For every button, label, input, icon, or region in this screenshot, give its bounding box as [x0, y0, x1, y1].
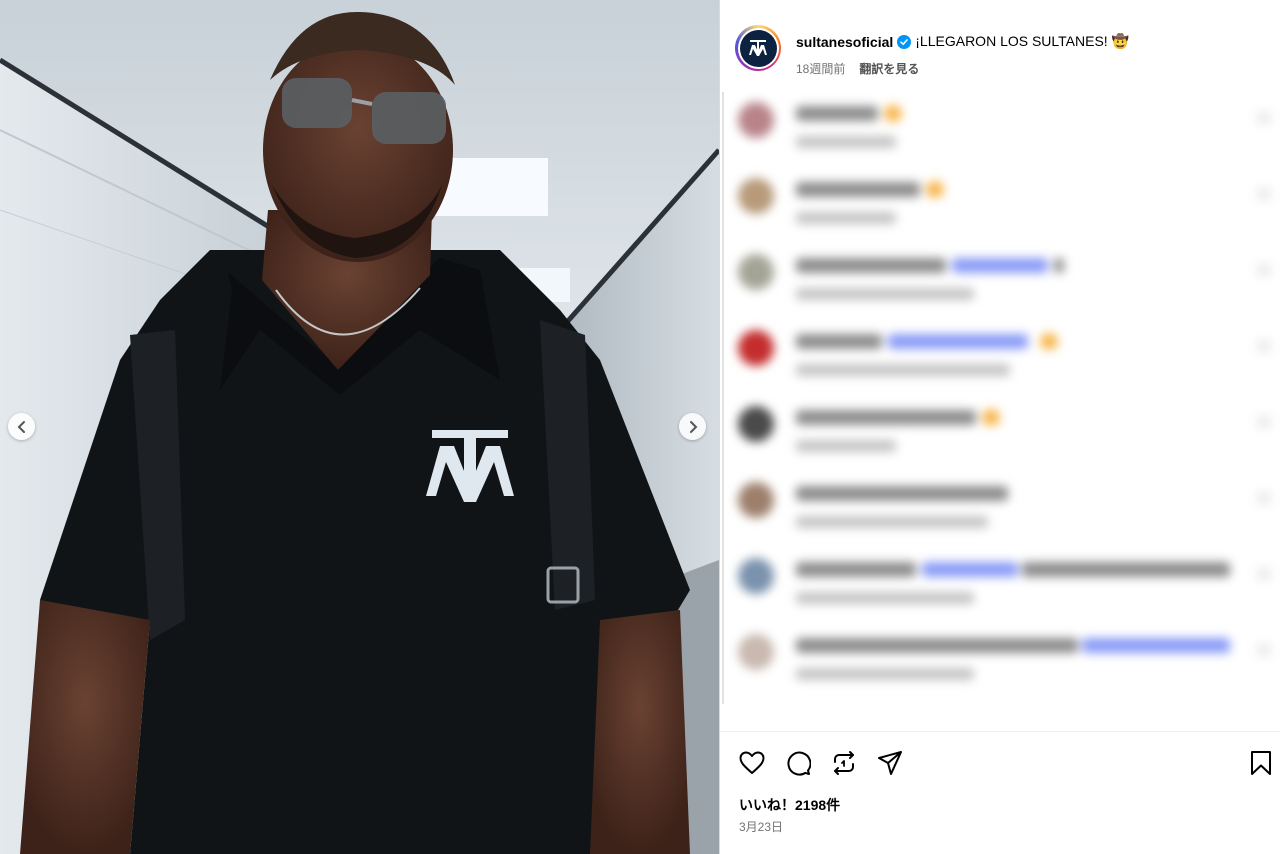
share-icon [878, 751, 902, 775]
likes-count[interactable]: いいね！2198件 [739, 795, 840, 815]
commenter-avatar[interactable] [738, 254, 774, 290]
comment-item[interactable] [720, 320, 1280, 396]
comment-like-icon[interactable] [1258, 340, 1270, 352]
chevron-left-icon [17, 420, 25, 433]
comment-item[interactable] [720, 168, 1280, 244]
repost-icon [834, 751, 854, 775]
heart-icon [739, 751, 765, 774]
comment-like-icon[interactable] [1258, 264, 1270, 276]
commenter-avatar[interactable] [738, 330, 774, 366]
chevron-right-icon [689, 420, 697, 433]
comment-item[interactable] [720, 472, 1280, 548]
comment-item[interactable] [720, 396, 1280, 472]
comment-like-icon[interactable] [1258, 644, 1270, 656]
comment-button[interactable] [783, 748, 813, 778]
translate-link[interactable]: 翻訳を見る [859, 60, 919, 77]
post-meta: 18週間前 翻訳を見る [796, 60, 919, 77]
comment-like-icon[interactable] [1258, 188, 1270, 200]
comment-like-icon[interactable] [1258, 112, 1270, 124]
comment-item[interactable] [720, 624, 1280, 700]
save-button[interactable] [1246, 748, 1276, 778]
actions-divider [720, 731, 1280, 732]
comments-list[interactable] [720, 92, 1280, 708]
post-side-panel: sultanesoficial ¡LLEGARON LOS SULTANES! … [719, 0, 1280, 854]
comment-like-icon[interactable] [1258, 568, 1270, 580]
post-time: 18週間前 [796, 62, 846, 76]
share-button[interactable] [875, 748, 905, 778]
verified-badge-icon [897, 34, 912, 49]
bookmark-icon [1251, 751, 1271, 775]
previous-slide-button[interactable] [8, 413, 35, 440]
comment-like-icon[interactable] [1258, 492, 1270, 504]
next-slide-button[interactable] [679, 413, 706, 440]
comment-icon [787, 751, 811, 776]
caption-line: sultanesoficial ¡LLEGARON LOS SULTANES! … [796, 33, 1129, 50]
comment-item[interactable] [720, 548, 1280, 624]
commenter-avatar[interactable] [738, 178, 774, 214]
username-link[interactable]: sultanesoficial [796, 34, 893, 50]
avatar[interactable] [735, 25, 781, 71]
comment-like-icon[interactable] [1258, 416, 1270, 428]
commenter-avatar[interactable] [738, 558, 774, 594]
post-header: sultanesoficial ¡LLEGARON LOS SULTANES! … [720, 0, 1280, 92]
commenter-avatar[interactable] [738, 102, 774, 138]
commenter-avatar[interactable] [738, 634, 774, 670]
commenter-avatar[interactable] [738, 406, 774, 442]
post-photo [0, 0, 719, 854]
post-actions [720, 740, 1280, 786]
commenter-avatar[interactable] [738, 482, 774, 518]
sultanes-logo-icon [739, 29, 777, 67]
comment-item[interactable] [720, 92, 1280, 168]
repost-button[interactable] [829, 748, 859, 778]
post-date: 3月23日 [739, 820, 784, 834]
post-media[interactable] [0, 0, 719, 854]
comment-item[interactable] [720, 244, 1280, 320]
like-button[interactable] [737, 748, 767, 778]
post-caption: ¡LLEGARON LOS SULTANES! 🤠 [915, 33, 1130, 49]
